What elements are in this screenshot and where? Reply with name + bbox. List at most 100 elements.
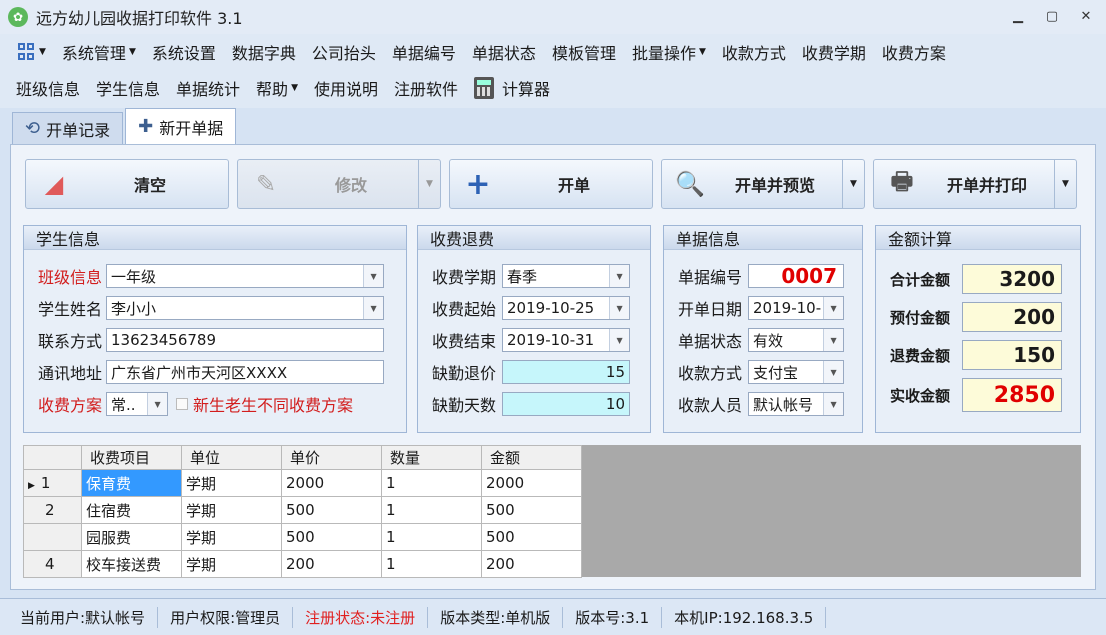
prepaid-amount-input[interactable]: 200 — [962, 302, 1063, 332]
cell-amount[interactable]: 2000 — [481, 469, 582, 497]
chevron-down-icon[interactable]: ▼ — [823, 329, 844, 351]
column-header-unit[interactable]: 单位 — [181, 445, 282, 470]
fee-plan-select[interactable]: 常.. ▼ — [106, 392, 169, 416]
menu-receipt-status[interactable]: 单据状态 — [464, 37, 544, 67]
absence-price-input[interactable]: 15 — [502, 360, 631, 384]
staff-select[interactable]: 默认帐号 ▼ — [748, 392, 845, 416]
cell-unit[interactable]: 学期 — [181, 523, 282, 551]
create-and-preview-button[interactable]: 🔍 开单并预览 ▼ — [661, 159, 865, 209]
payment-method-select[interactable]: 支付宝 ▼ — [748, 360, 845, 384]
cell-price[interactable]: 200 — [281, 550, 382, 578]
menu-company-header[interactable]: 公司抬头 — [304, 37, 384, 67]
cell-item[interactable]: 保育费 — [81, 469, 182, 497]
term-select[interactable]: 春季 ▼ — [502, 264, 631, 288]
menu-receipt-stats[interactable]: 单据统计 — [168, 73, 248, 103]
menu-fee-plan[interactable]: 收费方案 — [874, 37, 954, 67]
table-row[interactable]: 园服费 学期 500 1 500 — [23, 523, 582, 551]
cell-amount[interactable]: 500 — [481, 496, 582, 524]
menu-fee-term[interactable]: 收费学期 — [794, 37, 874, 67]
column-header-amount[interactable]: 金额 — [481, 445, 582, 470]
fee-items-grid: 收费项目 单位 单价 数量 金额 ▶ 1 保育费 学期 2000 1 2000 2… — [23, 445, 1081, 578]
minimize-icon[interactable]: ▁ — [1008, 6, 1028, 26]
chevron-down-icon[interactable]: ▼ — [363, 265, 384, 287]
grid-corner — [23, 445, 82, 470]
cell-price[interactable]: 500 — [281, 523, 382, 551]
cell-qty[interactable]: 1 — [381, 523, 482, 551]
class-select[interactable]: 一年级 ▼ — [106, 264, 385, 288]
class-label: 班级信息 — [38, 268, 103, 287]
cell-item[interactable]: 住宿费 — [81, 496, 182, 524]
cell-item[interactable]: 校车接送费 — [81, 550, 182, 578]
cell-qty[interactable]: 1 — [381, 469, 482, 497]
cell-amount[interactable]: 500 — [481, 523, 582, 551]
menu-student-info[interactable]: 学生信息 — [88, 73, 168, 103]
chevron-down-icon: ▼ — [128, 47, 136, 57]
menu-grid-button[interactable]: ▼ — [10, 37, 54, 67]
receipt-date-label: 开单日期 — [678, 300, 743, 319]
create-and-print-button[interactable]: 🖶 开单并打印 ▼ — [873, 159, 1077, 209]
menu-register[interactable]: 注册软件 — [386, 73, 466, 103]
tab-receipt-records[interactable]: ⟲ 开单记录 — [12, 112, 124, 144]
cell-unit[interactable]: 学期 — [181, 469, 282, 497]
menu-batch-operation[interactable]: 批量操作 ▼ — [624, 37, 714, 67]
start-date-picker[interactable]: 2019-10-25 ▼ — [502, 296, 631, 320]
menu-data-dictionary[interactable]: 数据字典 — [224, 37, 304, 67]
table-row[interactable]: ▶ 1 保育费 学期 2000 1 2000 — [23, 469, 582, 497]
table-row[interactable]: 2 住宿费 学期 500 1 500 — [23, 496, 582, 524]
row-header[interactable] — [23, 523, 82, 551]
cell-qty[interactable]: 1 — [381, 496, 482, 524]
chevron-down-icon[interactable]: ▼ — [823, 297, 844, 319]
tab-new-receipt[interactable]: ✚ 新开单据 — [125, 108, 237, 144]
edit-dropdown-icon[interactable]: ▼ — [418, 160, 440, 208]
history-icon: ⟲ — [25, 118, 41, 139]
menu-system-management[interactable]: 系统管理 ▼ — [54, 37, 144, 67]
student-info-group: 学生信息 班级信息 一年级 ▼ 学生姓名 李小小 ▼ 联系方式 13623456… — [23, 225, 407, 433]
row-header[interactable]: 4 — [23, 550, 82, 578]
receipt-status-select[interactable]: 有效 ▼ — [748, 328, 845, 352]
create-receipt-button[interactable]: + 开单 — [449, 159, 653, 209]
edit-button[interactable]: ✎ 修改 ▼ — [237, 159, 441, 209]
status-user-role: 用户权限:管理员 — [158, 606, 294, 628]
address-input[interactable]: 广东省广州市天河区XXXX — [106, 360, 385, 384]
cell-amount[interactable]: 200 — [481, 550, 582, 578]
chevron-down-icon[interactable]: ▼ — [609, 297, 630, 319]
cell-price[interactable]: 2000 — [281, 469, 382, 497]
menu-system-settings[interactable]: 系统设置 — [144, 37, 224, 67]
preview-dropdown-icon[interactable]: ▼ — [842, 160, 864, 208]
close-icon[interactable]: ✕ — [1076, 6, 1096, 26]
absence-days-input[interactable]: 10 — [502, 392, 631, 416]
cell-qty[interactable]: 1 — [381, 550, 482, 578]
cell-price[interactable]: 500 — [281, 496, 382, 524]
menu-class-info[interactable]: 班级信息 — [8, 73, 88, 103]
clear-button[interactable]: ◢ 清空 — [25, 159, 229, 209]
menu-template-management[interactable]: 模板管理 — [544, 37, 624, 67]
end-date-picker[interactable]: 2019-10-31 ▼ — [502, 328, 631, 352]
menu-receipt-number[interactable]: 单据编号 — [384, 37, 464, 67]
chevron-down-icon[interactable]: ▼ — [609, 265, 630, 287]
column-header-price[interactable]: 单价 — [281, 445, 382, 470]
eraser-icon: ◢ — [44, 170, 64, 198]
chevron-down-icon[interactable]: ▼ — [609, 329, 630, 351]
print-dropdown-icon[interactable]: ▼ — [1054, 160, 1076, 208]
menu-calculator[interactable]: 计算器 — [466, 73, 558, 103]
contact-input[interactable]: 13623456789 — [106, 328, 385, 352]
chevron-down-icon[interactable]: ▼ — [363, 297, 384, 319]
cell-unit[interactable]: 学期 — [181, 550, 282, 578]
table-row[interactable]: 4 校车接送费 学期 200 1 200 — [23, 550, 582, 578]
receipt-date-picker[interactable]: 2019-10- ▼ — [748, 296, 845, 320]
row-header[interactable]: ▶ 1 — [23, 469, 82, 497]
column-header-item[interactable]: 收费项目 — [81, 445, 182, 470]
plan-checkbox[interactable] — [176, 398, 189, 410]
cell-item[interactable]: 园服费 — [81, 523, 182, 551]
menu-help[interactable]: 帮助 ▼ — [248, 73, 306, 103]
chevron-down-icon[interactable]: ▼ — [147, 393, 168, 415]
column-header-qty[interactable]: 数量 — [381, 445, 482, 470]
menu-payment-method[interactable]: 收款方式 — [714, 37, 794, 67]
chevron-down-icon[interactable]: ▼ — [823, 393, 844, 415]
student-name-select[interactable]: 李小小 ▼ — [106, 296, 385, 320]
menu-usage-guide[interactable]: 使用说明 — [306, 73, 386, 103]
cell-unit[interactable]: 学期 — [181, 496, 282, 524]
chevron-down-icon[interactable]: ▼ — [823, 361, 844, 383]
row-header[interactable]: 2 — [23, 496, 82, 524]
maximize-icon[interactable]: ▢ — [1042, 6, 1062, 26]
